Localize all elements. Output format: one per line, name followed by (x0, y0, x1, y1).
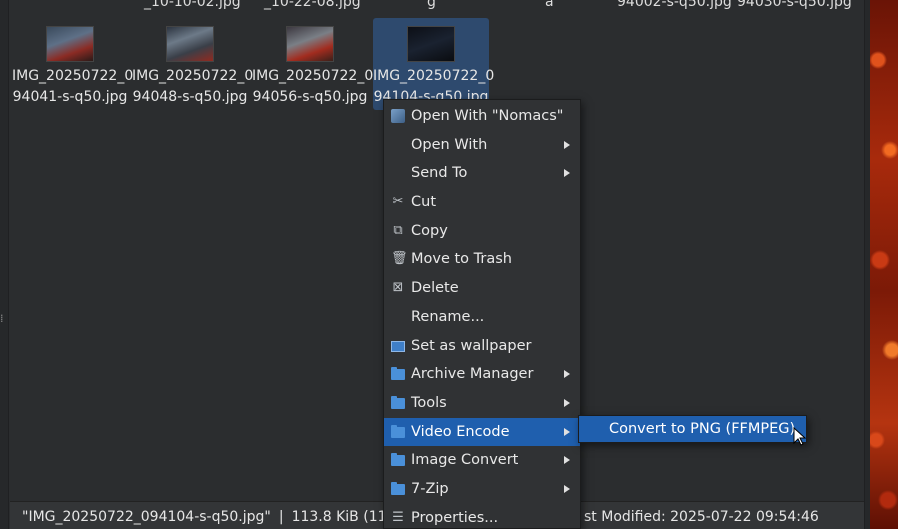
file-name: IMG_20250722_0 (12, 68, 134, 84)
image-thumbnail (286, 26, 334, 62)
file-name: 94048-s-q50.jpg (132, 89, 248, 105)
menu-item-label: Rename... (411, 308, 485, 325)
menu-item-label: Delete (411, 280, 459, 297)
menu-item-label: Cut (411, 194, 436, 211)
file-name: 94056-s-q50.jpg (252, 89, 368, 105)
menu-item-label: Video Encode (411, 423, 510, 440)
image-thumbnail (166, 26, 214, 62)
menu-item-properties[interactable]: ☰ Properties... (384, 504, 580, 529)
menu-item-label: 7-Zip (411, 480, 449, 497)
image-thumbnail (407, 26, 455, 62)
copy-icon: ⧉ (393, 222, 403, 238)
menu-item-move-to-trash[interactable]: 🗑 Move to Trash (384, 245, 580, 274)
menu-item-set-wallpaper[interactable]: Set as wallpaper (384, 332, 580, 361)
desktop-wallpaper (870, 0, 898, 529)
nomacs-icon (391, 109, 405, 123)
menu-item-label: Image Convert (411, 452, 519, 469)
video-encode-submenu: Convert to PNG (FFMPEG) (578, 415, 807, 443)
trash-icon: 🗑 (391, 251, 408, 267)
submenu-arrow-icon (564, 169, 570, 178)
folder-icon (391, 481, 405, 495)
file-item[interactable]: IMG_20250722_0 94041-s-q50.jpg (12, 18, 134, 108)
menu-item-label: Set as wallpaper (411, 337, 532, 354)
menu-item-image-convert[interactable]: Image Convert (384, 446, 580, 475)
menu-item-label: Properties... (411, 509, 499, 526)
scissors-icon: ✂ (392, 194, 404, 210)
status-filename: "IMG_20250722_094104-s-q50.jpg" (22, 509, 271, 525)
menu-item-open-with-nomacs[interactable]: Open With "Nomacs" (384, 102, 580, 131)
menu-item-label: Open With "Nomacs" (411, 108, 564, 124)
menu-item-send-to[interactable]: Send To (384, 159, 580, 188)
context-menu: Open With "Nomacs" Open With Send To ✂ C… (383, 99, 581, 529)
submenu-arrow-icon (564, 484, 570, 493)
file-label-partial[interactable]: g (427, 0, 436, 10)
menu-item-label: Archive Manager (411, 366, 534, 383)
file-item[interactable]: IMG_20250722_0 94056-s-q50.jpg (252, 18, 374, 108)
folder-icon (391, 395, 405, 409)
menu-item-7zip[interactable]: 7-Zip (384, 475, 580, 504)
file-label-partial[interactable]: _10-22-08.jpg (264, 0, 361, 10)
menu-item-label: Send To (411, 165, 468, 182)
file-name: IMG_20250722_0 (132, 68, 254, 84)
menu-item-video-encode[interactable]: Video Encode (384, 417, 580, 447)
folder-icon (391, 453, 405, 467)
menu-item-open-with[interactable]: Open With (384, 131, 580, 160)
image-thumbnail (46, 26, 94, 62)
file-name: IMG_20250722_0 (373, 68, 495, 84)
file-item-selected[interactable]: IMG_20250722_0 94104-s-q50.jpg (373, 18, 495, 110)
file-item[interactable]: IMG_20250722_0 94048-s-q50.jpg (132, 18, 254, 108)
menu-item-cut[interactable]: ✂ Cut (384, 188, 580, 217)
submenu-arrow-icon (564, 370, 570, 379)
menu-item-convert-to-png[interactable]: Convert to PNG (FFMPEG) (579, 416, 806, 442)
delete-icon: ⊠ (392, 280, 404, 296)
menu-item-rename[interactable]: Rename... (384, 303, 580, 332)
file-name: 94041-s-q50.jpg (12, 89, 128, 105)
menu-item-label: Tools (411, 394, 447, 411)
side-pane-edge[interactable] (0, 0, 9, 529)
wallpaper-icon (391, 340, 405, 352)
menu-item-label: Copy (411, 222, 448, 239)
mouse-cursor-icon (793, 427, 807, 446)
menu-item-label: Open With (411, 136, 488, 153)
menu-item-label: Convert to PNG (FFMPEG) (609, 421, 796, 437)
submenu-arrow-icon (564, 427, 570, 436)
submenu-arrow-icon (564, 140, 570, 149)
file-label-partial[interactable]: 94030-s-q50.jpg (737, 0, 852, 10)
file-label-partial[interactable]: a (545, 0, 554, 10)
menu-item-delete[interactable]: ⊠ Delete (384, 274, 580, 303)
file-label-partial[interactable]: _10-10-02.jpg (144, 0, 241, 10)
file-label-partial[interactable]: 94002-s-q50.jpg (617, 0, 732, 10)
menu-item-label: Move to Trash (411, 251, 512, 268)
menu-item-archive-manager[interactable]: Archive Manager (384, 360, 580, 389)
properties-icon: ☰ (392, 509, 404, 525)
folder-icon (391, 424, 405, 438)
menu-item-tools[interactable]: Tools (384, 389, 580, 418)
submenu-arrow-icon (564, 398, 570, 407)
status-modified: st Modified: 2025-07-22 09:54:46 (584, 509, 819, 525)
pane-resize-handle[interactable]: ⁞ (0, 312, 4, 325)
submenu-arrow-icon (564, 456, 570, 465)
menu-item-copy[interactable]: ⧉ Copy (384, 217, 580, 246)
folder-icon (391, 367, 405, 381)
file-name: IMG_20250722_0 (252, 68, 374, 84)
